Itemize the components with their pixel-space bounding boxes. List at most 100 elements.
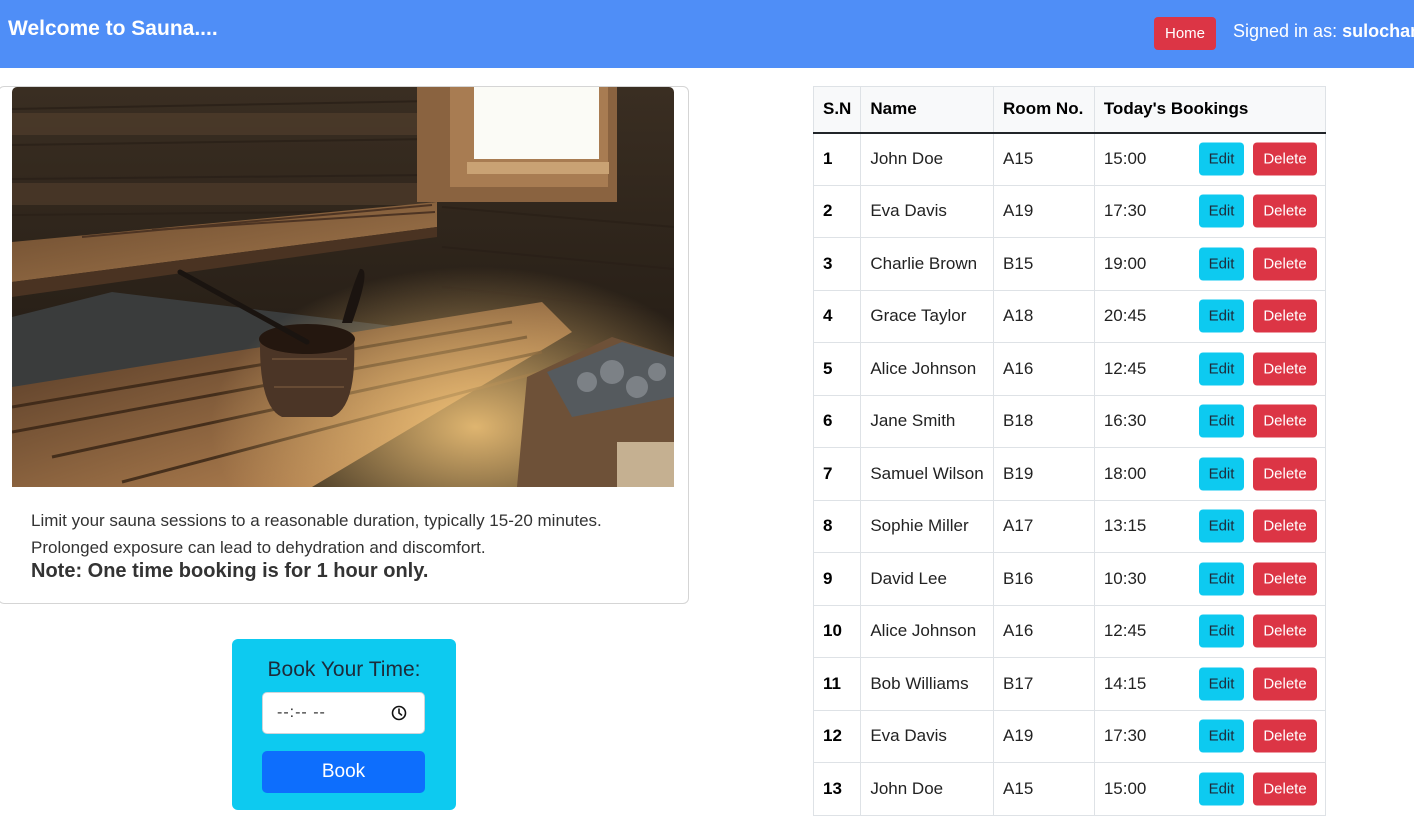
time-input[interactable]: --:-- -- (262, 692, 425, 734)
home-button[interactable]: Home (1154, 17, 1216, 50)
row-room: A18 (993, 289, 1095, 343)
edit-button[interactable]: Edit (1199, 247, 1244, 281)
table-row: 5 Alice Johnson A16 12:45 Edit Delete (812, 342, 1327, 396)
row-booking-cell: 17:30 Edit Delete (1093, 709, 1327, 763)
table-row: 13 John Doe A15 15:00 Edit Delete (812, 762, 1327, 816)
time-input-value: --:-- -- (277, 704, 326, 721)
edit-button[interactable]: Edit (1199, 404, 1244, 438)
row-booking-cell: 14:15 Edit Delete (1093, 657, 1327, 711)
row-time: 18:00 (1103, 463, 1147, 483)
description-line-1: Limit your sauna sessions to a reasonabl… (31, 511, 602, 530)
edit-button[interactable]: Edit (1199, 142, 1244, 176)
row-time: 15:00 (1103, 778, 1147, 798)
delete-button[interactable]: Delete (1253, 719, 1317, 753)
row-sn: 4 (812, 289, 862, 343)
row-room: B15 (993, 237, 1095, 291)
row-name: Sophie Miller (860, 499, 995, 553)
delete-button[interactable]: Delete (1253, 404, 1317, 438)
row-sn: 12 (812, 709, 862, 763)
table-row: 3 Charlie Brown B15 19:00 Edit Delete (812, 237, 1327, 291)
row-sn: 11 (812, 657, 862, 711)
book-button[interactable]: Book (262, 751, 425, 793)
delete-button[interactable]: Delete (1253, 247, 1317, 281)
row-booking-cell: 12:45 Edit Delete (1093, 604, 1327, 658)
row-actions: Edit Delete (1199, 614, 1317, 648)
row-actions: Edit Delete (1199, 457, 1317, 491)
row-name: David Lee (860, 552, 995, 606)
row-name: Alice Johnson (860, 604, 995, 658)
delete-button[interactable]: Delete (1253, 352, 1317, 386)
row-booking-cell: 15:00 Edit Delete (1093, 762, 1327, 816)
clock-icon[interactable] (391, 705, 407, 721)
edit-button[interactable]: Edit (1199, 614, 1244, 648)
row-room: A19 (993, 709, 1095, 763)
row-time: 17:30 (1103, 726, 1147, 746)
delete-button[interactable]: Delete (1253, 194, 1317, 228)
row-booking-cell: 19:00 Edit Delete (1093, 237, 1327, 291)
row-name: Alice Johnson (860, 342, 995, 396)
signed-in-prefix: Signed in as: (1233, 21, 1343, 41)
row-sn: 8 (812, 499, 862, 553)
header-room: Room No. (993, 86, 1095, 134)
row-sn: 13 (812, 762, 862, 816)
delete-button[interactable]: Delete (1253, 299, 1317, 333)
row-time: 20:45 (1103, 306, 1147, 326)
delete-button[interactable]: Delete (1253, 614, 1317, 648)
table-row: 10 Alice Johnson A16 12:45 Edit Delete (812, 604, 1327, 658)
row-booking-cell: 15:00 Edit Delete (1093, 132, 1327, 186)
row-sn: 7 (812, 447, 862, 501)
delete-button[interactable]: Delete (1253, 562, 1317, 596)
delete-button[interactable]: Delete (1253, 142, 1317, 176)
row-room: A19 (993, 184, 1095, 238)
row-sn: 2 (812, 184, 862, 238)
table-row: 6 Jane Smith B18 16:30 Edit Delete (812, 394, 1327, 448)
edit-button[interactable]: Edit (1199, 299, 1244, 333)
edit-button[interactable]: Edit (1199, 457, 1244, 491)
row-booking-cell: 13:15 Edit Delete (1093, 499, 1327, 553)
row-room: A15 (993, 762, 1095, 816)
table-header-row: S.N Name Room No. Today's Bookings (812, 86, 1327, 134)
booking-form-title: Book Your Time: (267, 658, 421, 681)
row-actions: Edit Delete (1199, 352, 1317, 386)
booking-note: Note: One time booking is for 1 hour onl… (31, 560, 429, 582)
row-room: A15 (993, 132, 1095, 186)
row-name: John Doe (860, 132, 995, 186)
row-actions: Edit Delete (1199, 194, 1317, 228)
row-name: Charlie Brown (860, 237, 995, 291)
row-time: 12:45 (1103, 358, 1147, 378)
row-name: Eva Davis (860, 709, 995, 763)
row-room: A16 (993, 342, 1095, 396)
header-name: Name (860, 86, 995, 134)
row-actions: Edit Delete (1199, 719, 1317, 753)
row-room: B19 (993, 447, 1095, 501)
booking-form: Book Your Time: --:-- -- Book (232, 639, 456, 810)
table-row: 2 Eva Davis A19 17:30 Edit Delete (812, 184, 1327, 238)
edit-button[interactable]: Edit (1199, 667, 1244, 701)
delete-button[interactable]: Delete (1253, 772, 1317, 806)
edit-button[interactable]: Edit (1199, 194, 1244, 228)
row-name: Grace Taylor (860, 289, 995, 343)
edit-button[interactable]: Edit (1199, 772, 1244, 806)
row-time: 17:30 (1103, 201, 1147, 221)
signed-in-status: Signed in as: sulochan (1233, 21, 1414, 42)
row-actions: Edit Delete (1199, 772, 1317, 806)
edit-button[interactable]: Edit (1199, 509, 1244, 543)
edit-button[interactable]: Edit (1199, 562, 1244, 596)
row-room: B17 (993, 657, 1095, 711)
row-time: 19:00 (1103, 253, 1147, 273)
row-time: 10:30 (1103, 568, 1147, 588)
row-time: 15:00 (1103, 149, 1147, 168)
delete-button[interactable]: Delete (1253, 667, 1317, 701)
delete-button[interactable]: Delete (1253, 509, 1317, 543)
edit-button[interactable]: Edit (1199, 352, 1244, 386)
row-actions: Edit Delete (1199, 299, 1317, 333)
sauna-interior-photo (12, 87, 674, 487)
row-time: 13:15 (1103, 516, 1147, 536)
navbar: Welcome to Sauna.... Home Signed in as: … (0, 0, 1414, 68)
row-booking-cell: 17:30 Edit Delete (1093, 184, 1327, 238)
delete-button[interactable]: Delete (1253, 457, 1317, 491)
brand-title[interactable]: Welcome to Sauna.... (8, 17, 218, 41)
row-time: 16:30 (1103, 411, 1147, 431)
edit-button[interactable]: Edit (1199, 719, 1244, 753)
row-booking-cell: 20:45 Edit Delete (1093, 289, 1327, 343)
